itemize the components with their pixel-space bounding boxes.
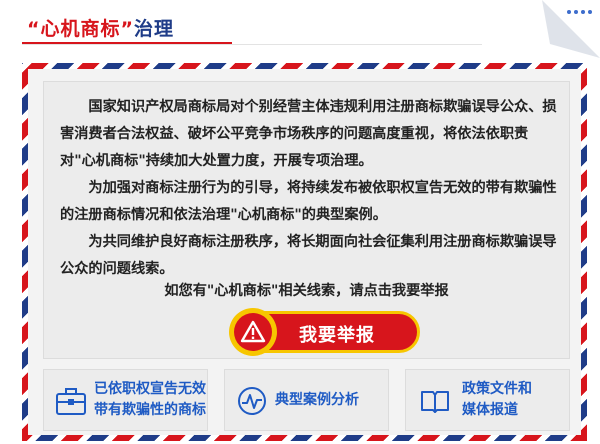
card-policy-media-label: 政策文件和 媒体报道	[462, 381, 532, 418]
report-button[interactable]: 我要举报	[229, 308, 420, 356]
card-invalidated-marks[interactable]: 已依职权宣告无效 带有欺骗性的商标	[43, 369, 208, 431]
open-book-icon	[421, 391, 449, 413]
briefcase-icon	[56, 388, 86, 415]
card-policy-media[interactable]: 政策文件和 媒体报道	[405, 369, 570, 431]
analysis-chart-icon	[238, 387, 266, 415]
notice-paragraph-1: 国家知识产权局商标局对个别经营主体违规利用注册商标欺骗误导公众、损害消费者合法权…	[60, 99, 557, 169]
page-curl-decoration	[542, 0, 600, 58]
page-title-quoted: “心机商标”	[27, 18, 134, 40]
page-title: “心机商标”治理	[27, 14, 174, 41]
notice-panel: 国家知识产权局商标局对个别经营主体违规利用注册商标欺骗误导公众、损害消费者合法权…	[43, 81, 570, 359]
more-dots-icon[interactable]	[567, 10, 592, 14]
card-typical-cases-label: 典型案例分析	[275, 392, 359, 408]
page-title-suffix: 治理	[133, 18, 174, 40]
notice-paragraph-3: 为共同维护良好商标注册秩序，将长期面向社会征集利用注册商标欺骗误导公众的问题线索…	[60, 234, 557, 277]
card-invalidated-marks-label: 已依职权宣告无效 带有欺骗性的商标	[94, 381, 206, 418]
title-divider	[22, 44, 482, 45]
notice-paragraph-2: 为加强对商标注册行为的引导，将持续发布被依职权宣告无效的带有欺骗性的注册商标情况…	[60, 180, 557, 223]
quick-links: 已依职权宣告无效 带有欺骗性的商标 典型案例分析 政策文件和 媒体报道	[43, 369, 570, 431]
envelope-frame: 国家知识产权局商标局对个别经营主体违规利用注册商标欺骗误导公众、损害消费者合法权…	[22, 63, 587, 441]
header: “心机商标”治理	[12, 8, 482, 46]
card-typical-cases[interactable]: 典型案例分析	[224, 369, 389, 431]
report-prompt: 如您有"心机商标"相关线索，请点击我要举报	[164, 283, 449, 299]
report-button-label: 我要举报	[299, 325, 375, 346]
warning-icon	[229, 308, 277, 356]
